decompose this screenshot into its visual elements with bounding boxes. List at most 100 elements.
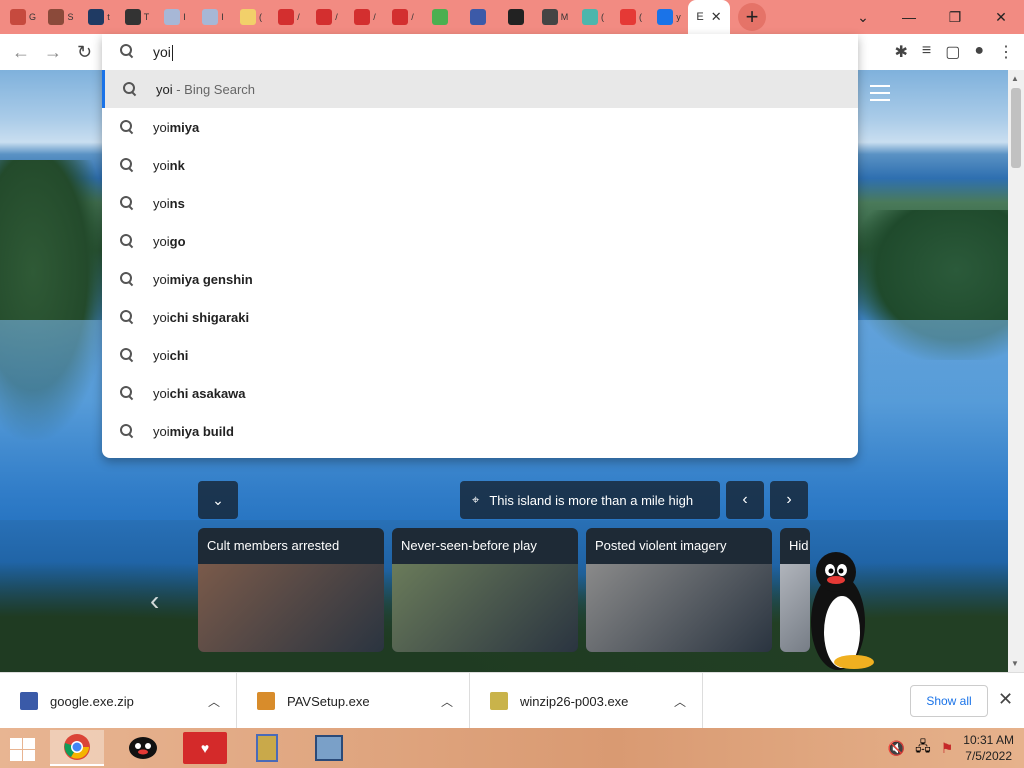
search-icon — [120, 310, 134, 329]
tab-favicon-icon — [202, 9, 219, 25]
side-panel-icon[interactable]: ▢ — [945, 42, 960, 62]
omnibox-suggestion[interactable]: yoimiya build — [102, 412, 858, 450]
tab-favicon-icon — [9, 9, 26, 25]
browser-tab[interactable]: G — [4, 0, 42, 34]
chrome-taskbar-icon[interactable] — [50, 730, 104, 766]
volume-muted-icon[interactable]: 🔇 — [888, 740, 905, 757]
news-card-title: Posted violent imagery — [595, 538, 727, 553]
scrollbar-thumb[interactable] — [1011, 88, 1021, 168]
download-item[interactable]: google.exe.zip ︿ — [0, 673, 237, 729]
news-card[interactable]: Cult members arrested — [198, 528, 384, 652]
browser-tab[interactable]: / — [308, 0, 346, 34]
address-input[interactable]: yoi — [153, 44, 171, 60]
download-bar: google.exe.zip ︿ PAVSetup.exe ︿ winzip26-p00… — [0, 672, 1024, 729]
notification-icon[interactable]: ⚑ — [941, 740, 954, 757]
download-item[interactable]: winzip26-p003.exe ︿ — [470, 673, 703, 729]
page-scrollbar[interactable]: ▲ ▼ — [1008, 70, 1024, 672]
browser-tab[interactable]: M — [536, 0, 574, 34]
search-icon — [120, 386, 134, 405]
image-location-button[interactable]: ⌖ This island is more than a mile high — [460, 481, 720, 519]
omnibox-suggestion[interactable]: yoichi shigaraki — [102, 298, 858, 336]
omnibox-suggestion[interactable]: yoichi — [102, 336, 858, 374]
news-card[interactable]: Never-seen-before play — [392, 528, 578, 652]
media-control-icon[interactable]: ≡ — [922, 42, 931, 62]
previous-image-button[interactable]: ‹ — [726, 481, 764, 519]
clock[interactable]: 10:31 AM 7/5/2022 — [963, 732, 1014, 764]
pingu-desktop-pet[interactable] — [808, 550, 878, 672]
browser-tab[interactable]: S — [42, 0, 80, 34]
scroll-up-icon[interactable]: ▲ — [1011, 74, 1019, 83]
tab-strip: G St T I I(/ / / / M((y E ✕ + ⌄ — ❐ ✕ — [0, 0, 1024, 34]
scroll-down-icon[interactable]: ▼ — [1011, 659, 1019, 668]
tab-favicon-icon — [48, 9, 65, 25]
address-bar[interactable]: yoi — [102, 34, 858, 70]
browser-tab[interactable]: / — [384, 0, 422, 34]
omnibox-suggestion[interactable]: yoink — [102, 146, 858, 184]
bing-menu-icon[interactable] — [870, 85, 890, 101]
browser-tab[interactable]: T — [118, 0, 156, 34]
carousel-left-icon[interactable]: ‹ — [150, 585, 159, 617]
browser-tab[interactable]: t — [80, 0, 118, 34]
pingu-taskbar-icon[interactable] — [116, 730, 170, 766]
close-icon[interactable]: ✕ — [711, 9, 722, 25]
tab-favicon-icon — [392, 9, 409, 25]
omnibox-suggestion[interactable]: yoimiya — [102, 108, 858, 146]
omnibox-suggestion[interactable]: yoigo — [102, 222, 858, 260]
browser-tab[interactable]: I — [194, 0, 232, 34]
browser-tab[interactable] — [498, 0, 536, 34]
news-card-title: Never-seen-before play — [401, 538, 537, 553]
browser-tab[interactable]: ( — [232, 0, 270, 34]
tab-favicon-icon — [316, 9, 333, 25]
new-tab-button[interactable]: + — [738, 3, 766, 31]
search-icon — [120, 196, 134, 215]
browser-tab[interactable]: I — [156, 0, 194, 34]
omnibox-suggestion[interactable]: yoins — [102, 184, 858, 222]
tab-favicon-icon — [240, 9, 256, 25]
browser-tab[interactable]: / — [270, 0, 308, 34]
browser-tab[interactable]: y — [650, 0, 688, 34]
close-window-button[interactable]: ✕ — [978, 9, 1024, 26]
winzip-taskbar-icon[interactable] — [240, 730, 294, 766]
search-icon — [123, 82, 137, 101]
tab-favicon-icon — [124, 9, 141, 25]
omnibox-suggestion[interactable]: yoichi asakawa — [102, 374, 858, 412]
chevron-up-icon[interactable]: ︿ — [208, 693, 220, 710]
file-icon — [490, 692, 508, 710]
system-tray: 🔇 🖧 ⚑ 10:31 AM 7/5/2022 — [888, 732, 1014, 764]
tab-active[interactable]: E ✕ — [688, 0, 730, 34]
news-card[interactable]: Hid — [780, 528, 810, 652]
back-button[interactable]: ← — [12, 42, 30, 63]
browser-tab[interactable]: ( — [574, 0, 612, 34]
chevron-up-icon[interactable]: ︿ — [674, 693, 686, 710]
menu-icon[interactable]: ⋮ — [998, 42, 1014, 62]
network-drive-taskbar-icon[interactable] — [302, 730, 356, 766]
collapse-button[interactable]: ⌄ — [198, 481, 238, 519]
maximize-button[interactable]: ❐ — [932, 9, 978, 26]
tab-favicon-icon — [657, 9, 674, 25]
minimize-button[interactable]: — — [886, 9, 932, 25]
omnibox-suggestion[interactable]: yoi - Bing Search — [102, 70, 858, 108]
search-icon — [120, 44, 134, 63]
browser-tab[interactable]: ( — [612, 0, 650, 34]
app-taskbar-icon[interactable]: ♥ — [178, 730, 232, 766]
forward-button[interactable]: → — [44, 42, 62, 63]
close-icon[interactable]: ✕ — [998, 689, 1013, 710]
browser-tab[interactable] — [460, 0, 498, 34]
chevron-up-icon[interactable]: ︿ — [441, 693, 453, 710]
browser-tab[interactable] — [422, 0, 460, 34]
profile-avatar[interactable]: ● — [974, 42, 984, 62]
news-card[interactable]: Posted violent imagery — [586, 528, 772, 652]
download-item[interactable]: PAVSetup.exe ︿ — [237, 673, 470, 729]
tab-search-icon[interactable]: ⌄ — [840, 9, 886, 26]
windows-start-button[interactable] — [8, 736, 38, 762]
news-card-title: Hid — [789, 538, 809, 553]
network-icon[interactable]: 🖧 — [915, 736, 931, 760]
extensions-icon[interactable]: ✱ — [894, 42, 907, 62]
show-all-button[interactable]: Show all — [910, 685, 988, 717]
omnibox-suggestion[interactable]: yoimiya genshin — [102, 260, 858, 298]
news-card-image — [780, 564, 810, 652]
tab-favicon-icon — [88, 9, 105, 25]
next-image-button[interactable]: › — [770, 481, 808, 519]
browser-tab[interactable]: / — [346, 0, 384, 34]
reload-button[interactable]: ↻ — [77, 42, 92, 63]
